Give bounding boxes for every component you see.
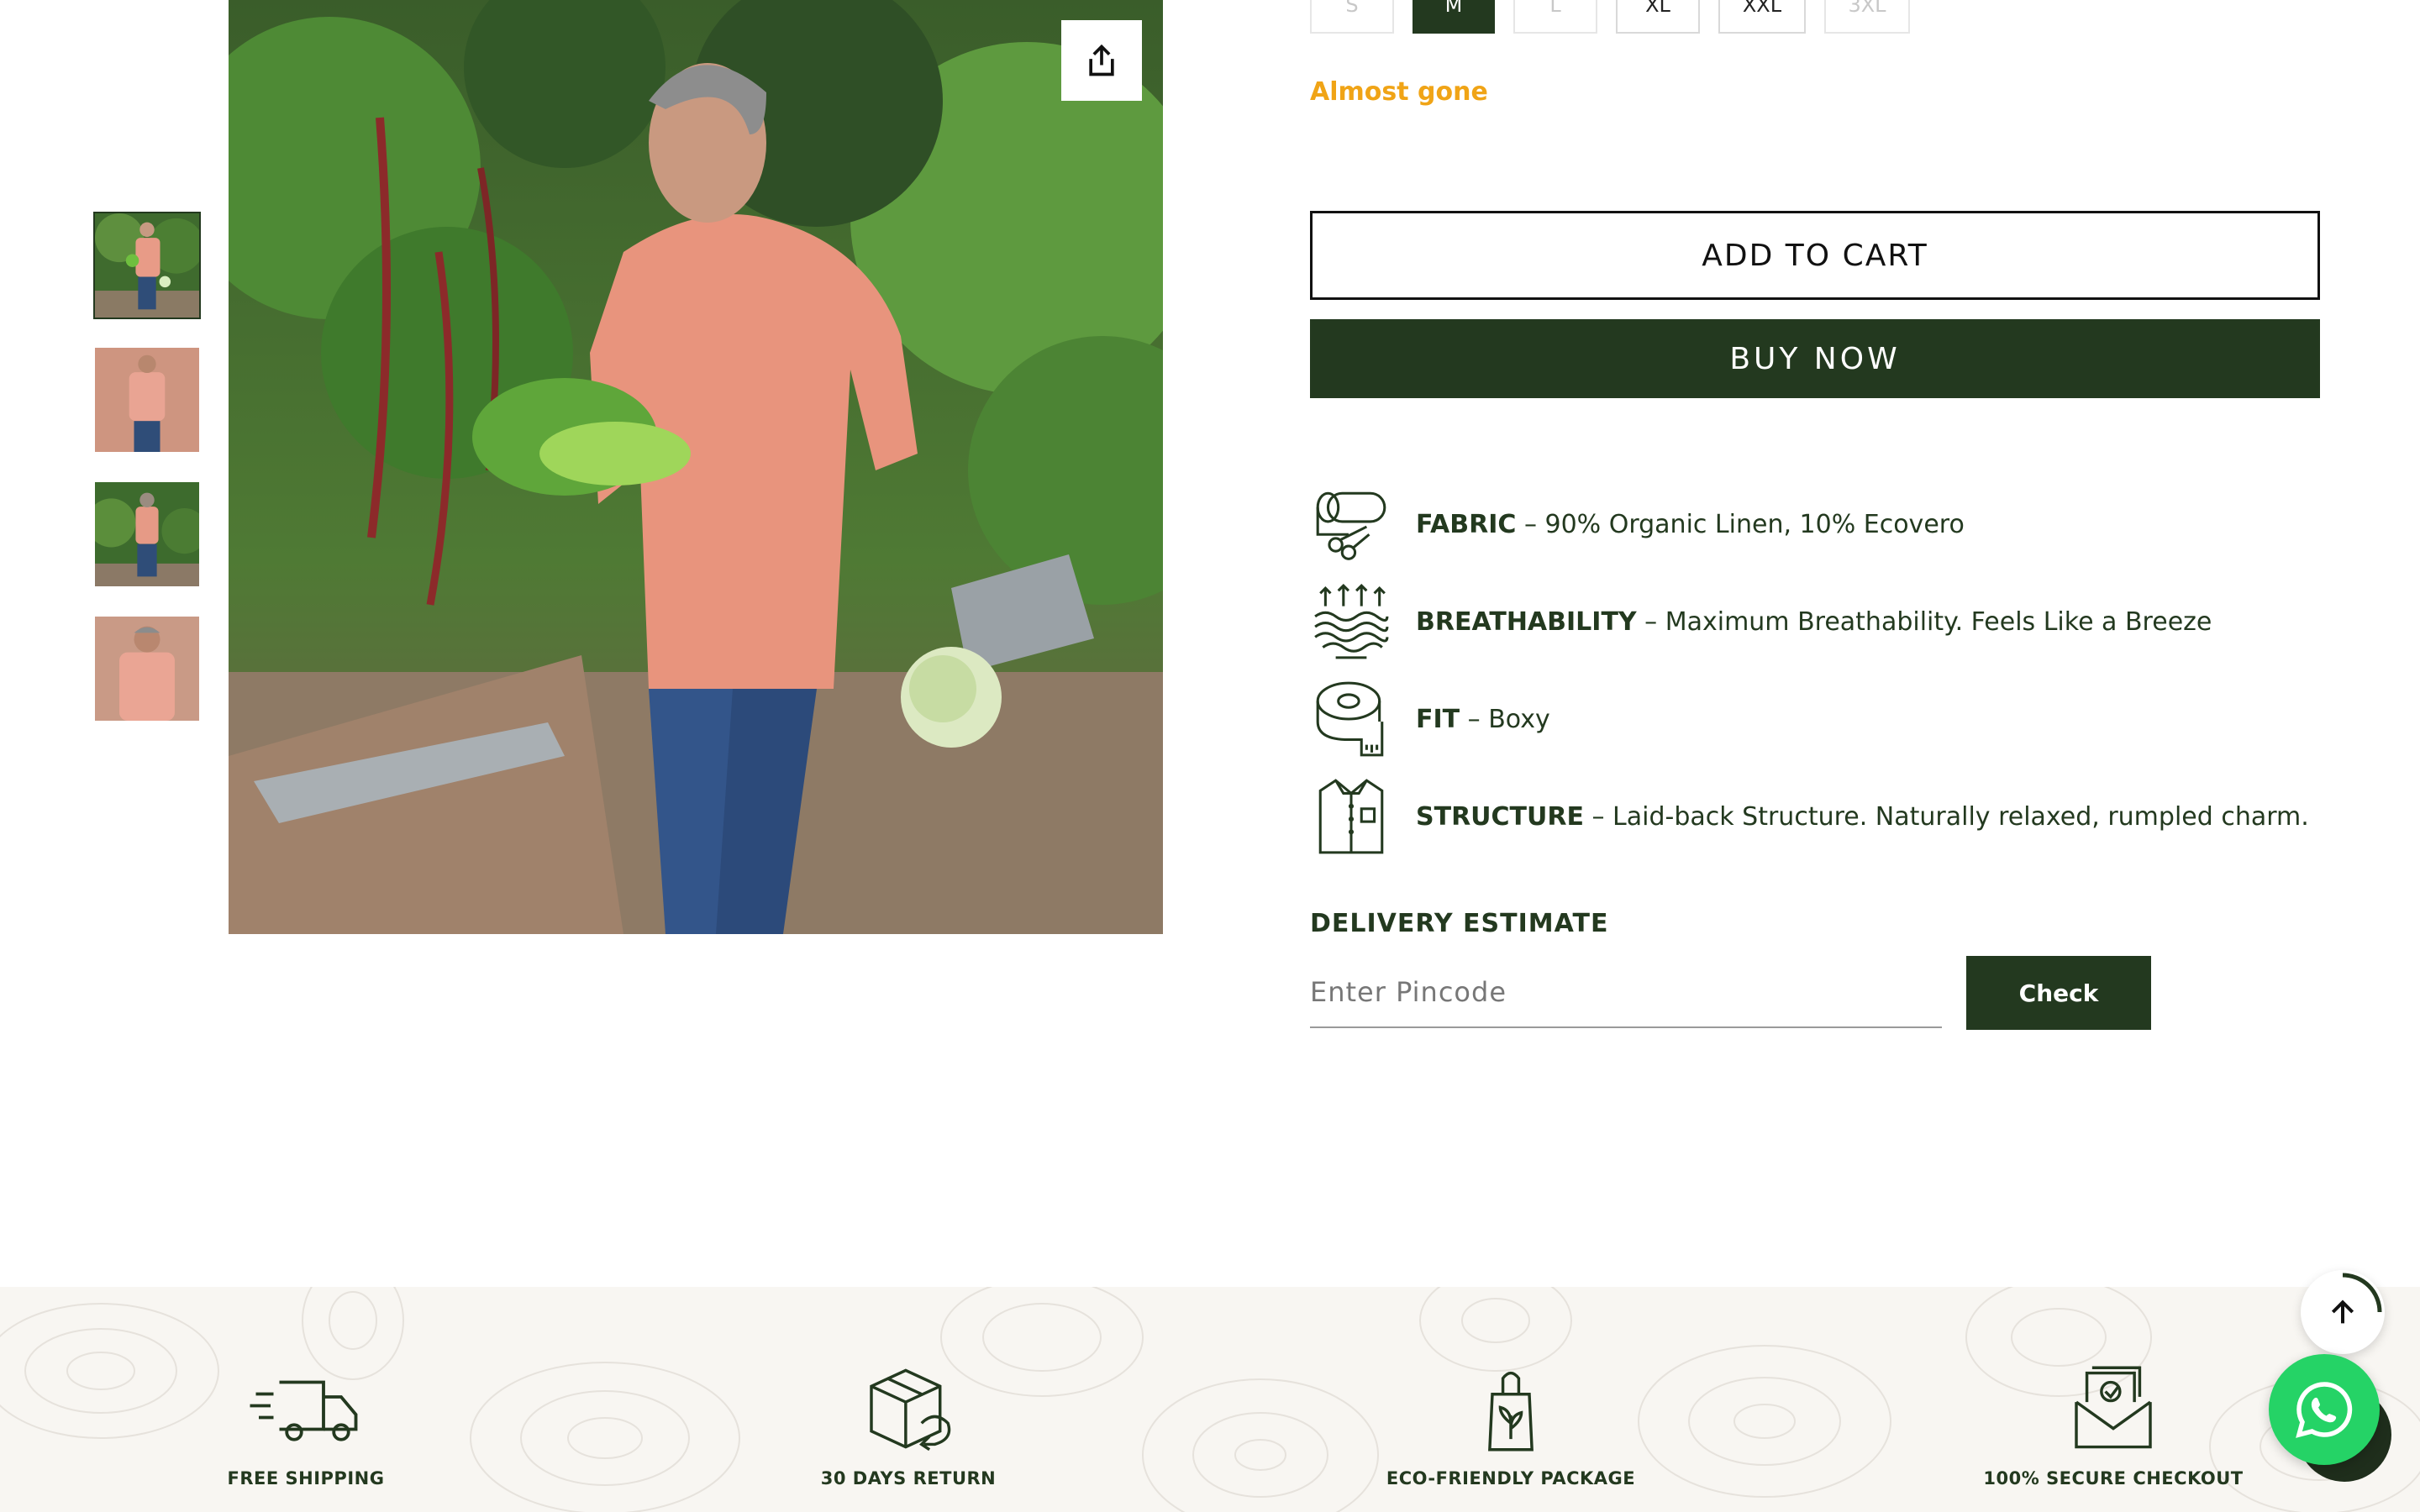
breathability-waves-icon [1310, 580, 1392, 663]
feature-text: – 90% Organic Linen, 10% Ecovero [1516, 509, 1965, 539]
pincode-input[interactable] [1310, 958, 1942, 1028]
usp-eco-friendly-package: ECO-FRIENDLY PACKAGE [1343, 1362, 1679, 1488]
thumbnail-4[interactable] [93, 615, 201, 722]
buy-now-button[interactable]: BUY NOW [1310, 319, 2320, 398]
usp-band: FREE SHIPPING 30 DAYS RETURN ECO-FRIENDL… [0, 1287, 2420, 1512]
usp-label: 30 DAYS RETURN [820, 1468, 997, 1488]
feature-title: FABRIC [1416, 509, 1517, 539]
return-box-icon [850, 1362, 967, 1455]
shirt-icon [1310, 775, 1392, 858]
stock-status: Almost gone [1310, 77, 1488, 107]
feature-text: – Maximum Breathability. Feels Like a Br… [1636, 606, 2212, 637]
thumbnail-1[interactable] [93, 212, 201, 319]
share-button[interactable] [1061, 20, 1142, 101]
usp-label: FREE SHIPPING [227, 1468, 385, 1488]
feature-breathability: BREATHABILITY – Maximum Breathability. F… [1310, 573, 2360, 670]
delivery-truck-icon [247, 1362, 365, 1455]
whatsapp-button[interactable] [2269, 1354, 2380, 1465]
size-option[interactable]: 3XL [1824, 0, 1910, 34]
scroll-progress-ring [2342, 1273, 2382, 1313]
feature-title: BREATHABILITY [1416, 606, 1637, 637]
check-button[interactable]: Check [1966, 956, 2151, 1030]
usp-free-shipping: FREE SHIPPING [138, 1362, 474, 1488]
feature-fit: FIT – Boxy [1310, 670, 2360, 768]
size-option[interactable]: XL [1616, 0, 1700, 34]
thumbnail-image [95, 617, 199, 721]
usp-label: ECO-FRIENDLY PACKAGE [1386, 1468, 1636, 1488]
feature-fabric: FABRIC – 90% Organic Linen, 10% Ecovero [1310, 475, 2360, 573]
measuring-tape-icon [1310, 678, 1392, 760]
feature-title: FIT [1416, 704, 1460, 734]
thumbnail-2[interactable] [93, 346, 201, 454]
thumbnail-image [95, 348, 199, 452]
product-photo [229, 0, 1163, 934]
share-icon [1089, 44, 1114, 76]
thumbnail-image [95, 213, 199, 318]
usp-secure-checkout: 100% SECURE CHECKOUT [1945, 1362, 2281, 1488]
add-to-cart-button[interactable]: ADD TO CART [1310, 211, 2320, 300]
size-option[interactable]: S [1310, 0, 1394, 34]
feature-title: STRUCTURE [1416, 801, 1584, 832]
size-selector: S M L XL XXL 3XL [1310, 0, 1910, 34]
eco-bag-icon [1452, 1362, 1570, 1455]
feature-text: – Boxy [1460, 704, 1550, 734]
feature-text: – Laid-back Structure. Naturally relaxed… [1583, 801, 2309, 832]
main-product-image [229, 0, 1163, 934]
size-option[interactable]: M [1413, 0, 1495, 34]
secure-envelope-icon [2054, 1362, 2172, 1455]
size-option[interactable]: L [1513, 0, 1597, 34]
whatsapp-icon [2296, 1382, 2353, 1438]
thumbnail-gallery [93, 212, 203, 749]
usp-30-days-return: 30 DAYS RETURN [740, 1362, 1076, 1488]
delivery-estimate-title: DELIVERY ESTIMATE [1310, 909, 1609, 938]
thumbnail-image [95, 482, 199, 586]
feature-structure: STRUCTURE – Laid-back Structure. Natural… [1310, 768, 2360, 865]
product-features: FABRIC – 90% Organic Linen, 10% Ecovero … [1310, 475, 2360, 865]
thumbnail-3[interactable] [93, 480, 201, 588]
fabric-roll-scissors-icon [1310, 483, 1392, 565]
usp-label: 100% SECURE CHECKOUT [1983, 1468, 2244, 1488]
scroll-to-top-button[interactable] [2301, 1270, 2385, 1354]
size-option[interactable]: XXL [1718, 0, 1806, 34]
